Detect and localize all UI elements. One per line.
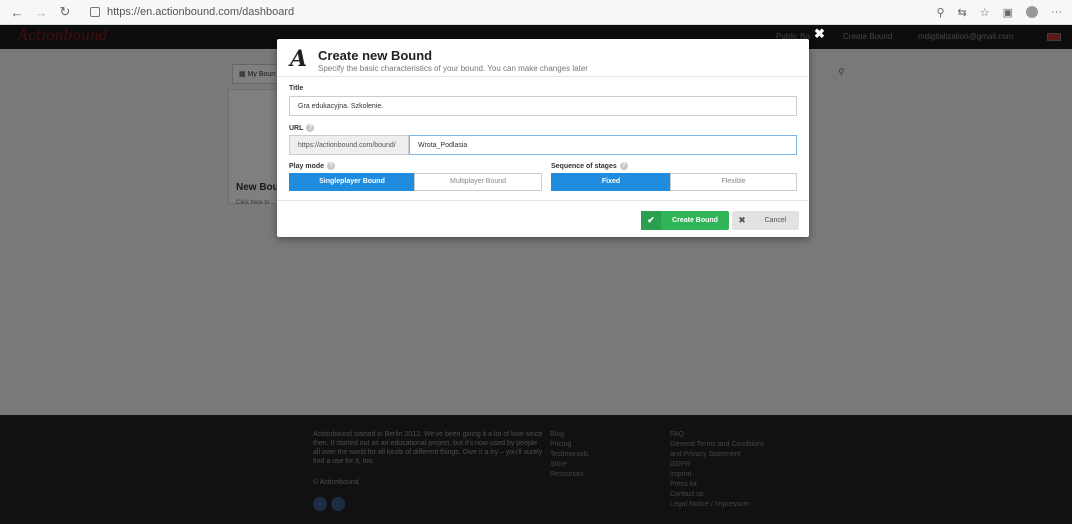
play-mode-label-text: Play mode [289, 162, 325, 170]
singleplayer-toggle[interactable]: Singleplayer Bound [289, 173, 415, 191]
close-icon: ✖ [738, 215, 746, 225]
address-url: https://en.actionbound.com/dashboard [107, 6, 295, 18]
create-bound-modal: A Create new Bound Specify the basic cha… [277, 39, 809, 237]
tab-actions-icon[interactable]: ⇆ [958, 6, 967, 19]
url-label: URL ? [289, 124, 315, 132]
back-icon[interactable]: ← [8, 5, 26, 20]
title-input[interactable]: Gra edukacyjna. Szkolenie. [289, 96, 797, 116]
multiplayer-toggle[interactable]: Multiplayer Bound [414, 173, 542, 191]
sequence-label-text: Sequence of stages [551, 162, 617, 170]
help-icon[interactable]: ? [306, 124, 315, 132]
modal-subtitle: Specify the basic characteristics of you… [318, 64, 588, 73]
help-icon[interactable]: ? [619, 162, 628, 170]
browser-toolbar: ← → ↻ https://en.actionbound.com/dashboa… [0, 0, 1072, 25]
title-label: Title [289, 85, 303, 92]
sequence-label: Sequence of stages ? [551, 162, 628, 170]
help-icon[interactable]: ? [327, 162, 336, 170]
read-aloud-icon[interactable]: ⚲ [936, 6, 944, 19]
url-prefix: https://actionbound.com/bound/ [289, 135, 409, 155]
fixed-sequence-toggle[interactable]: Fixed [551, 173, 671, 191]
flexible-sequence-toggle[interactable]: Flexible [670, 173, 797, 191]
actionbound-logo-icon: A [290, 46, 308, 72]
refresh-icon[interactable]: ↻ [56, 4, 74, 20]
cancel-button[interactable]: ✖ Cancel [732, 211, 799, 230]
collections-icon[interactable]: ▣ [1003, 6, 1013, 19]
url-label-text: URL [289, 124, 304, 132]
create-bound-button[interactable]: ✔ Create Bound [641, 211, 729, 230]
title-label-text: Title [289, 85, 304, 92]
address-bar[interactable]: https://en.actionbound.com/dashboard [84, 3, 300, 22]
modal-footer: ✔ Create Bound ✖ Cancel [277, 200, 809, 237]
lock-icon [90, 7, 100, 17]
create-bound-label: Create Bound [672, 217, 718, 224]
browser-actions: ⚲ ⇆ ☆ ▣ ··· [936, 6, 1072, 19]
modal-header: A Create new Bound Specify the basic cha… [277, 39, 809, 77]
cancel-label: Cancel [764, 217, 787, 224]
url-slug-input[interactable]: Wrota_Podlasia [409, 135, 797, 155]
more-icon[interactable]: ··· [1051, 6, 1062, 18]
forward-icon[interactable]: → [32, 5, 50, 20]
close-icon[interactable]: ✖ [814, 26, 825, 42]
play-mode-label: Play mode ? [289, 162, 336, 170]
profile-avatar[interactable] [1026, 6, 1038, 18]
favorites-icon[interactable]: ☆ [980, 6, 990, 19]
modal-title: Create new Bound [318, 48, 433, 63]
checkmark-icon: ✔ [641, 211, 661, 230]
